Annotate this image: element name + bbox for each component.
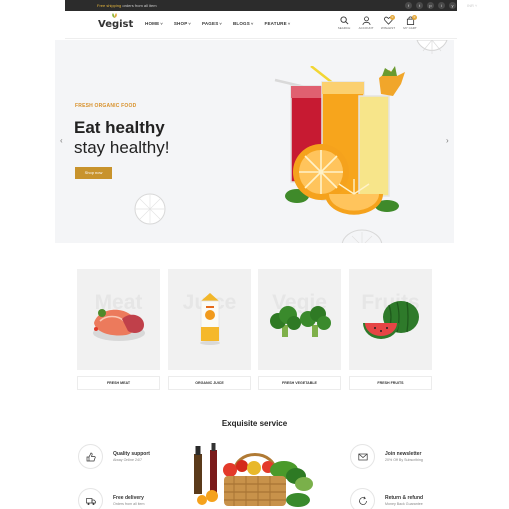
- nav-shop-label: SHOP: [173, 21, 188, 26]
- nav-feature[interactable]: FEATURE˅: [265, 21, 291, 26]
- nav-shop[interactable]: SHOP˅: [174, 21, 191, 26]
- nav-blogs-label: BLOGS: [232, 21, 250, 26]
- service-item-title: Free delivery: [113, 495, 144, 501]
- cart-label: MY CART: [403, 26, 417, 30]
- nav-home[interactable]: HOME˅: [145, 21, 163, 26]
- refresh-icon: [359, 496, 367, 505]
- chevron-down-icon: ˅: [250, 21, 254, 26]
- hero-kicker: FRESH ORGANIC FOOD: [75, 103, 137, 109]
- nav-blogs[interactable]: BLOGS˅: [233, 21, 254, 26]
- lemon-slice-outline-icon: [416, 40, 448, 54]
- watermelon-image: [363, 301, 419, 339]
- facebook-icon[interactable]: f: [405, 2, 412, 9]
- nav-pages-label: PAGES: [201, 21, 219, 26]
- instagram-icon[interactable]: i: [438, 2, 445, 9]
- chevron-down-icon: ˅: [188, 21, 191, 26]
- service-icon-circle: [78, 444, 103, 469]
- thumbs-up-icon: [86, 452, 96, 462]
- account-button[interactable]: ACCOUNT: [355, 16, 377, 30]
- service-icon-circle: [350, 488, 375, 509]
- juice-glasses-image: [274, 66, 405, 215]
- nav-feature-label: FEATURE: [264, 21, 287, 26]
- user-icon: [361, 16, 371, 25]
- category-label-vegetable[interactable]: FRESH VEGETABLE: [258, 376, 341, 390]
- wishlist-count-badge: 0: [390, 15, 395, 20]
- grocery-basket-image: [194, 443, 313, 507]
- youtube-icon[interactable]: y: [449, 2, 456, 9]
- nav-home-label: HOME: [145, 21, 160, 26]
- category-card-meat[interactable]: Meat: [77, 269, 160, 370]
- lemon-slice-outline-icon: [341, 229, 383, 243]
- mail-icon: [358, 453, 368, 461]
- search-icon: [339, 16, 348, 25]
- hero-subtitle: stay healthy!: [74, 138, 170, 157]
- juice-carton-image: [200, 293, 220, 345]
- account-label: ACCOUNT: [358, 26, 374, 30]
- truck-icon: [86, 498, 96, 505]
- wishlist-button[interactable]: WISHLIST 0: [377, 15, 399, 30]
- currency-selector[interactable]: INR ˅: [467, 3, 477, 8]
- chevron-down-icon: ˅: [219, 21, 222, 26]
- service-item-subtitle: 20% Off By Subscribing: [385, 458, 423, 462]
- category-card-juice[interactable]: Juice: [168, 269, 251, 370]
- nav-pages[interactable]: PAGES˅: [202, 21, 222, 26]
- category-label-fruits[interactable]: FRESH FRUITS: [349, 376, 432, 390]
- orange-outline-icon: [134, 193, 166, 225]
- site-header: Vegist HOME˅ SHOP˅ PAGES˅ BLOGS˅ FEATURE…: [65, 11, 457, 39]
- shop-now-button[interactable]: Shop now: [75, 167, 112, 179]
- chevron-down-icon: ˅: [160, 21, 163, 26]
- logo[interactable]: Vegist: [98, 13, 134, 30]
- hero-next-arrow[interactable]: ›: [446, 136, 449, 145]
- shipping-highlight: Free shipping: [97, 3, 122, 8]
- service-icon-circle: [350, 444, 375, 469]
- main-nav: HOME˅ SHOP˅ PAGES˅ BLOGS˅ FEATURE˅: [145, 21, 290, 26]
- search-button[interactable]: SEARCH: [333, 16, 355, 30]
- shipping-notice: Free shipping orders from all item: [97, 3, 157, 8]
- category-label-meat[interactable]: FRESH MEAT: [77, 376, 160, 390]
- header-actions: SEARCH ACCOUNT WISHLIST 0 MY CART 0: [333, 15, 421, 30]
- logo-text: Vegist: [98, 19, 134, 30]
- pinterest-icon[interactable]: p: [427, 2, 434, 9]
- meat-image: [93, 309, 145, 341]
- service-item-title: Return & refund: [385, 495, 424, 501]
- service-item-subtitle: Alway Online 24/7: [113, 458, 142, 462]
- service-icon-circle: [78, 488, 103, 509]
- broccoli-image: [270, 306, 331, 337]
- cart-count-badge: 0: [412, 15, 417, 20]
- hero-prev-arrow[interactable]: ‹: [60, 136, 63, 145]
- category-label-juice[interactable]: ORGANIC JUICE: [168, 376, 251, 390]
- social-links: f t p i y: [405, 2, 456, 9]
- cart-button[interactable]: MY CART 0: [399, 15, 421, 30]
- top-bar: Free shipping orders from all item f t p…: [65, 0, 477, 11]
- category-card-vegetable[interactable]: Vegie: [258, 269, 341, 370]
- search-label: SEARCH: [337, 26, 351, 30]
- chevron-down-icon: ˅: [287, 21, 291, 26]
- hero-title: Eat healthy: [74, 118, 165, 137]
- hero-banner: FRESH ORGANIC FOOD Eat healthy stay heal…: [55, 40, 454, 243]
- service-item-subtitle: Orders from all item: [113, 502, 145, 506]
- service-title: Exquisite service: [221, 419, 288, 428]
- service-item-title: Quality support: [113, 451, 150, 457]
- wishlist-label: WISHLIST: [380, 26, 396, 30]
- leaf-icon: [112, 13, 117, 18]
- category-card-fruits[interactable]: Fruits: [349, 269, 432, 370]
- shipping-text: orders from all item: [121, 3, 157, 8]
- twitter-icon[interactable]: t: [416, 2, 423, 9]
- service-item-title: Join newsletter: [385, 451, 422, 457]
- service-item-subtitle: Money Back Guarantee: [385, 502, 423, 506]
